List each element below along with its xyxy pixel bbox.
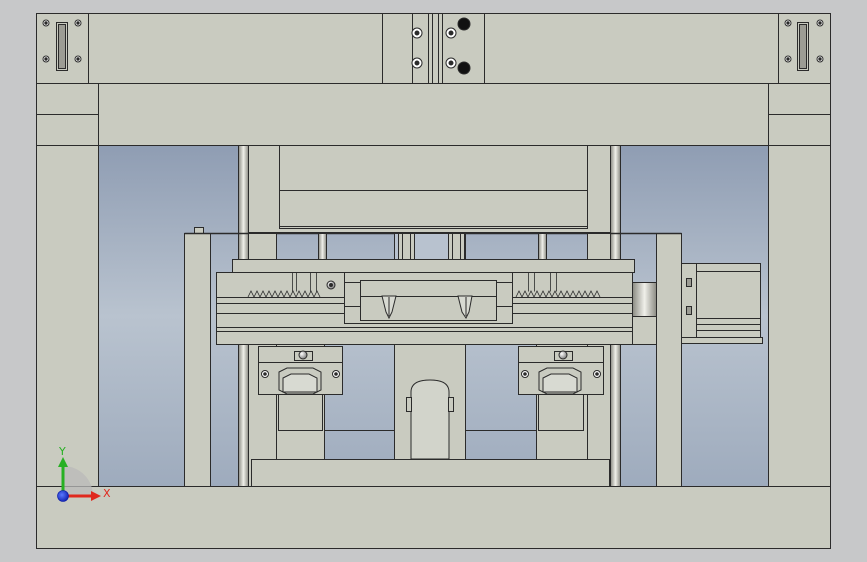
- upright-left[interactable]: [184, 227, 211, 487]
- triad-x-label: X: [103, 487, 111, 500]
- triad-y-label: Y: [58, 445, 66, 458]
- center-arch: [406, 379, 454, 460]
- upper-block[interactable]: [248, 145, 620, 233]
- cad-viewport[interactable]: X Y: [0, 0, 867, 562]
- slide-block[interactable]: [326, 272, 513, 324]
- triad-origin-z-icon: [57, 490, 69, 502]
- corner-bracket-left[interactable]: [36, 13, 89, 84]
- assembly-front-view[interactable]: X Y: [0, 0, 867, 562]
- base-plate[interactable]: [36, 486, 831, 549]
- motor-coupling: [632, 282, 657, 317]
- carriage-plate[interactable]: [232, 259, 635, 273]
- bearing-block-left[interactable]: [258, 346, 343, 395]
- upright-right[interactable]: [656, 233, 682, 487]
- upper-beam[interactable]: [36, 83, 831, 146]
- side-wall-left[interactable]: [36, 145, 99, 487]
- corner-bracket-right[interactable]: [778, 13, 831, 84]
- center-stem[interactable]: [394, 233, 466, 260]
- side-wall-right[interactable]: [768, 145, 831, 487]
- bearing-block-right[interactable]: [518, 346, 604, 395]
- top-plate[interactable]: [88, 13, 779, 84]
